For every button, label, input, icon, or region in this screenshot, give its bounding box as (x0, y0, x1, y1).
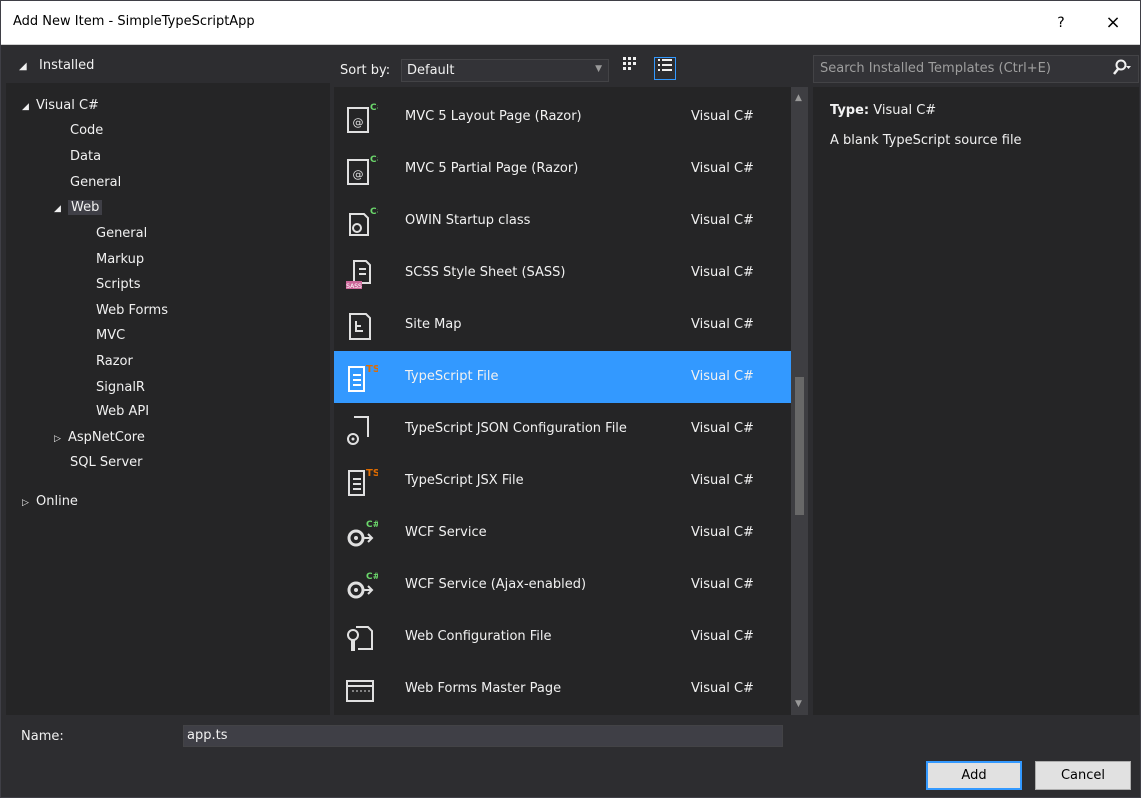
template-row[interactable]: C# WCF Service (Ajax-enabled) Visual C# (334, 559, 791, 611)
svg-text:TS: TS (366, 468, 378, 479)
sort-toolbar: Sort by: Default ▼ (333, 52, 808, 86)
template-row[interactable]: TypeScript JSON Configuration File Visua… (334, 403, 791, 455)
tree-node-web-forms[interactable]: Web Forms (96, 300, 168, 321)
master-page-icon (346, 680, 374, 702)
collapsed-arrow-icon: ▷ (54, 434, 61, 444)
svg-text:C#: C# (370, 103, 378, 113)
tree-node-visual-csharp[interactable]: ◢ Visual C# (22, 95, 99, 116)
template-row[interactable]: Web Configuration File Visual C# (334, 611, 791, 663)
svg-text:C#: C# (370, 207, 378, 217)
svg-text:@: @ (353, 168, 364, 181)
wcf-service-icon: C# (347, 520, 378, 547)
svg-text:C#: C# (370, 155, 378, 165)
sort-label: Sort by: (340, 63, 391, 78)
svg-text:@: @ (353, 116, 364, 129)
collapse-triangle-icon: ◢ (19, 61, 27, 72)
list-view-icon[interactable] (654, 57, 676, 80)
collapsed-arrow-icon: ▷ (22, 498, 29, 508)
template-row[interactable]: C# WCF Service Visual C# (334, 507, 791, 559)
template-row[interactable]: @C# MVC 5 Layout Page (Razor) Visual C# (334, 91, 791, 143)
search-icon[interactable] (1112, 59, 1132, 81)
json-config-icon (347, 416, 369, 445)
help-button[interactable]: ? (1046, 9, 1076, 37)
owin-icon: C# (349, 207, 378, 236)
tree-node-razor[interactable]: Razor (96, 351, 133, 372)
name-input[interactable]: app.ts (183, 725, 783, 747)
web-config-icon (347, 626, 373, 651)
razor-page-icon: @ C# (347, 155, 378, 185)
tree-node-online[interactable]: ▷ Online (22, 491, 78, 512)
template-row[interactable]: Site Map Visual C# (334, 299, 791, 351)
type-line: Type: Visual C# (830, 103, 937, 118)
tree-node-web[interactable]: ◢ Web (54, 197, 103, 218)
svg-text:C#: C# (366, 520, 378, 530)
template-row[interactable]: SASS SCSS Style Sheet (SASS) Visual C# (334, 247, 791, 299)
grid-view-icon[interactable] (619, 57, 641, 80)
tree-node-mvc[interactable]: MVC (96, 325, 125, 346)
close-button[interactable]: × (1098, 9, 1128, 37)
window-title: Add New Item - SimpleTypeScriptApp (13, 14, 255, 29)
add-new-item-dialog: Add New Item - SimpleTypeScriptApp ? × ◢… (0, 0, 1141, 798)
details-panel: Type: Visual C# A blank TypeScript sourc… (813, 87, 1139, 715)
template-description: A blank TypeScript source file (830, 133, 1022, 148)
category-tree: ◢ Visual C# Code Data General ◢ Web Genera… (6, 83, 330, 715)
tree-node-web-api[interactable]: Web API (96, 401, 149, 422)
name-label: Name: (21, 729, 64, 744)
template-row[interactable]: TS TypeScript JSX File Visual C# (334, 455, 791, 507)
tree-node-web-general[interactable]: General (96, 223, 147, 244)
template-row-selected[interactable]: TS TypeScript File Visual C# (334, 351, 791, 403)
svg-text:TS: TS (366, 364, 378, 375)
scroll-up-arrow-icon[interactable]: ▲ (795, 93, 802, 103)
typescript-file-icon: TS (348, 364, 378, 392)
template-row[interactable]: Web Forms Master Page Visual C# (334, 663, 791, 715)
wcf-service-icon: C# (347, 572, 378, 599)
template-list: @C# MVC 5 Layout Page (Razor) Visual C# … (334, 87, 791, 715)
razor-page-icon: @ C# (347, 103, 378, 133)
installed-header[interactable]: ◢ Installed (6, 52, 330, 82)
template-row[interactable]: C# OWIN Startup class Visual C# (334, 195, 791, 247)
template-row[interactable]: @C# MVC 5 Partial Page (Razor) Visual C# (334, 143, 791, 195)
template-list-scrollbar[interactable]: ▲ ▼ (791, 87, 808, 715)
expanded-arrow-icon: ◢ (22, 102, 29, 112)
svg-text:SASS: SASS (346, 283, 362, 290)
sass-icon: SASS (346, 260, 371, 290)
tree-node-signalr[interactable]: SignalR (96, 377, 145, 398)
tree-node-code[interactable]: Code (70, 120, 103, 141)
tree-node-scripts[interactable]: Scripts (96, 274, 140, 295)
expanded-arrow-icon: ◢ (54, 204, 61, 214)
sitemap-icon (349, 313, 371, 340)
svg-text:C#: C# (366, 572, 378, 582)
tree-node-general[interactable]: General (70, 172, 121, 193)
title-bar: Add New Item - SimpleTypeScriptApp ? × (1, 1, 1140, 45)
cancel-button[interactable]: Cancel (1035, 761, 1131, 790)
installed-label: Installed (39, 58, 95, 73)
scrollbar-thumb[interactable] (795, 377, 804, 515)
chevron-down-icon: ▼ (595, 64, 602, 74)
tree-node-aspnetcore[interactable]: ▷ AspNetCore (54, 427, 145, 448)
typescript-file-icon: TS (348, 468, 378, 496)
add-button[interactable]: Add (926, 761, 1022, 790)
sort-dropdown[interactable]: Default ▼ (401, 59, 609, 82)
template-search-field[interactable]: Search Installed Templates (Ctrl+E) (813, 55, 1139, 83)
scroll-down-arrow-icon[interactable]: ▼ (795, 699, 802, 709)
tree-node-markup[interactable]: Markup (96, 249, 144, 270)
tree-node-sql-server[interactable]: SQL Server (70, 452, 143, 473)
tree-node-data[interactable]: Data (70, 146, 101, 167)
